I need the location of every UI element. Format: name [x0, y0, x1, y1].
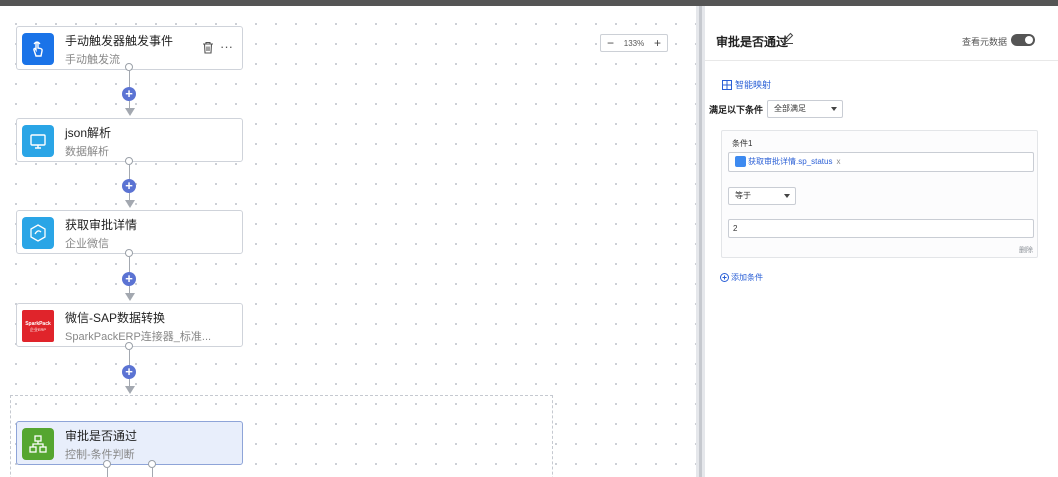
node-subtitle: SparkPackERP连接器_标准...	[65, 331, 212, 343]
wecom-icon	[22, 217, 54, 249]
zoom-out-button[interactable]: −	[607, 35, 614, 51]
connector-line	[107, 468, 108, 477]
add-step-button[interactable]: +	[122, 272, 136, 286]
zoom-level: 133%	[623, 38, 645, 48]
arrow-down-icon	[125, 293, 135, 301]
node-subtitle: 手动触发流	[65, 54, 120, 66]
plus-circle-icon	[720, 273, 729, 282]
monitor-icon	[22, 125, 54, 157]
trash-icon[interactable]	[202, 41, 214, 57]
add-step-button[interactable]: +	[122, 179, 136, 193]
add-step-button[interactable]: +	[122, 365, 136, 379]
arrow-down-icon	[125, 386, 135, 394]
smart-mapping-link[interactable]: 智能映射	[722, 78, 771, 91]
node-output-port[interactable]	[125, 157, 133, 165]
delete-condition-link[interactable]: 删除	[1019, 245, 1033, 255]
connector-line	[152, 468, 153, 477]
hand-pointer-icon	[22, 33, 54, 65]
condition-mode-row: 满足以下条件 全部满足	[709, 100, 844, 118]
flow-node-approval-check[interactable]: 审批是否通过 控制-条件判断	[16, 421, 243, 465]
more-options-icon[interactable]: ···	[220, 39, 233, 54]
view-metadata-label: 查看元数据	[962, 37, 1008, 47]
mapping-icon	[722, 79, 732, 90]
condition-card: 条件1 获取审批详情.sp_status x 等于 2 删除	[721, 130, 1038, 258]
panel-splitter[interactable]	[696, 6, 705, 477]
node-subtitle: 控制-条件判断	[65, 449, 135, 461]
panel-header: 审批是否通过 查看元数据	[705, 6, 1058, 61]
node-output-port[interactable]	[125, 63, 133, 71]
arrow-down-icon	[125, 200, 135, 208]
branch-icon	[22, 428, 54, 460]
zoom-in-button[interactable]: +	[654, 35, 661, 51]
node-title: 审批是否通过	[65, 429, 138, 443]
condition-field-input[interactable]: 获取审批详情.sp_status x	[728, 152, 1034, 172]
wecom-icon	[735, 156, 746, 167]
node-subtitle: 数据解析	[65, 146, 109, 158]
field-chip[interactable]: 获取审批详情.sp_status x	[735, 156, 840, 167]
condition-name: 条件1	[732, 139, 753, 148]
add-condition-label: 添加条件	[731, 273, 763, 282]
flow-node-sap-convert[interactable]: SparkPack 企业ERP 微信-SAP数据转换 SparkPackERP连…	[16, 303, 243, 347]
splitter-grip[interactable]	[699, 6, 702, 477]
flow-node-get-approval[interactable]: 获取审批详情 企业微信	[16, 210, 243, 254]
node-output-port[interactable]	[125, 342, 133, 350]
branch-port-yes[interactable]	[103, 460, 111, 468]
chevron-down-icon	[831, 107, 838, 111]
add-step-button[interactable]: +	[122, 87, 136, 101]
properties-panel: 审批是否通过 查看元数据 智能映射 满足以下条件 全部满足 条件1 获取审批详情…	[705, 6, 1058, 477]
node-title: 微信-SAP数据转换	[65, 311, 166, 325]
smart-mapping-label: 智能映射	[735, 80, 772, 90]
flow-canvas[interactable]: − 133% + 手动触发器触发事件 手动触发流 ··· + json解析 数据…	[0, 6, 696, 477]
flow-node-json-parse[interactable]: json解析 数据解析	[16, 118, 243, 162]
node-title: json解析	[65, 126, 112, 140]
node-subtitle: 企业微信	[65, 238, 109, 250]
sparkpack-logo: SparkPack 企业ERP	[22, 310, 54, 342]
panel-title: 审批是否通过	[716, 35, 789, 49]
chip-remove-icon[interactable]: x	[836, 157, 840, 166]
zoom-control: − 133% +	[600, 34, 668, 52]
condition-mode-select[interactable]: 全部满足	[767, 100, 844, 118]
node-output-port[interactable]	[125, 249, 133, 257]
add-condition-link[interactable]: 添加条件	[720, 272, 763, 283]
chevron-down-icon	[784, 194, 790, 198]
condition-label: 满足以下条件	[709, 104, 764, 115]
condition-value-input[interactable]: 2	[728, 219, 1034, 238]
arrow-down-icon	[125, 108, 135, 116]
field-chip-label: 获取审批详情.sp_status	[748, 157, 833, 166]
node-title: 获取审批详情	[65, 218, 138, 232]
node-title: 手动触发器触发事件	[65, 34, 174, 48]
metadata-toggle[interactable]	[1011, 34, 1035, 46]
toggle-knob	[1025, 36, 1033, 44]
edit-icon[interactable]	[782, 31, 794, 49]
operator-select[interactable]: 等于	[728, 187, 796, 205]
branch-port-no[interactable]	[148, 460, 156, 468]
